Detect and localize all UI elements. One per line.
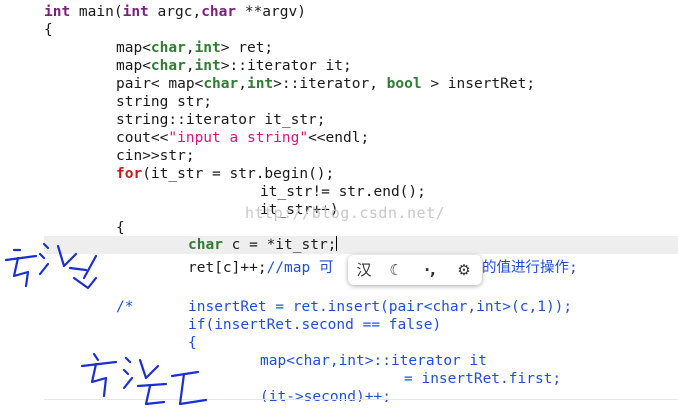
- gear-icon[interactable]: ⚙: [454, 260, 474, 280]
- keyword: char: [201, 4, 237, 20]
- code-line-if-open-brace: {: [188, 335, 197, 351]
- keyword: int: [122, 4, 149, 20]
- comment-continuation: 的值进行操作;: [482, 260, 578, 276]
- input-method-toolbar[interactable]: 汉 ☾ ·, ⚙: [348, 255, 482, 285]
- keyword: for: [116, 166, 143, 182]
- type-keyword: char: [203, 76, 239, 92]
- code-text: ,: [238, 76, 247, 92]
- comment-text: if: [188, 317, 206, 333]
- type-keyword: int: [194, 58, 221, 74]
- code-line-map-ret: map<char,int> ret;: [116, 39, 273, 57]
- code-line-main-signature: int main(int argc,char **argv): [44, 3, 306, 21]
- type-keyword: int: [246, 76, 274, 92]
- commented-insert-line: insertRet = ret.insert(pair<char,int>(c,…: [188, 298, 572, 316]
- editor-bottom-edge: [44, 399, 678, 400]
- comment-text: false: [388, 317, 433, 333]
- code-line-for-increment: it_str++): [260, 202, 339, 218]
- code-line-map-iterator: map<char,int>::iterator it;: [116, 57, 352, 75]
- moon-icon[interactable]: ☾: [386, 260, 406, 280]
- code-line-insertret-first: = insertRet.first;: [404, 371, 562, 387]
- code-text: <<endl;: [308, 130, 370, 146]
- comment: //map 可: [266, 260, 334, 276]
- comment-text: ): [432, 317, 442, 333]
- string-literal: "input a string": [168, 130, 309, 146]
- code-line-pair-insertret: pair< map<char,int>::iterator, bool > in…: [116, 75, 535, 93]
- code-line-if: if(insertRet.second == false): [188, 316, 441, 334]
- code-line-open-brace: {: [44, 22, 53, 38]
- code-line-cout: cout<<"input a string"<<endl;: [116, 129, 369, 147]
- code-line-string-iterator: string::iterator it_str;: [116, 112, 326, 128]
- comment-text: insertRet = ret.insert(pair<: [188, 299, 433, 315]
- code-text: ,: [185, 40, 195, 56]
- code-line-ret-increment: ret[c]++;//map 可: [188, 259, 333, 277]
- code-text: argc,: [148, 4, 202, 20]
- code-text: > insertRet;: [421, 76, 536, 92]
- type-keyword: int: [194, 40, 221, 56]
- code-line-for-condition: it_str!= str.end();: [260, 184, 426, 200]
- code-text: map<: [116, 58, 151, 74]
- code-text: (it_str = str.begin();: [142, 166, 335, 182]
- code-line-cin: cin>>str;: [116, 148, 195, 164]
- comment-text: (insertRet.second ==: [205, 317, 389, 333]
- comment-text: >(c,1));: [502, 299, 573, 315]
- code-text: **argv): [236, 4, 306, 20]
- code-text: main(: [70, 4, 123, 20]
- code-text: >::iterator it;: [220, 58, 352, 74]
- comment-text: ,: [467, 299, 477, 315]
- code-text: >::iterator,: [273, 76, 387, 92]
- comment-text: int: [476, 299, 503, 315]
- punctuation-icon[interactable]: ·,: [420, 260, 440, 280]
- code-line-string-str: string str;: [116, 94, 213, 110]
- comment: /*: [116, 299, 134, 315]
- keyword: int: [44, 4, 71, 20]
- comment-text: char: [432, 299, 468, 315]
- text-cursor: [336, 236, 338, 251]
- code-text: pair< map<: [116, 76, 204, 92]
- code-text: > ret;: [220, 40, 274, 56]
- code-line-for: for(it_str = str.begin();: [116, 165, 334, 183]
- code-text: c = *it_str;: [222, 237, 337, 253]
- code-line-loop-open-brace: {: [116, 220, 125, 236]
- code-text: ,: [185, 58, 195, 74]
- code-line-char-c[interactable]: char c = *it_str;: [188, 236, 338, 254]
- code-line-insert: /*: [116, 298, 133, 316]
- code-line-map-it-decl: map<char,int>::iterator it: [260, 353, 487, 369]
- code-text: cout<<: [116, 130, 169, 146]
- code-editor[interactable]: int main(int argc,char **argv) { map<cha…: [0, 0, 678, 416]
- current-line-highlight: [44, 236, 678, 254]
- type-keyword: char: [150, 58, 186, 74]
- type-keyword: bool: [386, 76, 422, 92]
- type-keyword: char: [188, 237, 223, 253]
- chinese-mode-button[interactable]: 汉: [354, 260, 374, 280]
- type-keyword: char: [150, 40, 186, 56]
- code-text: ret[c]++;: [188, 260, 267, 276]
- code-text: map<: [116, 40, 151, 56]
